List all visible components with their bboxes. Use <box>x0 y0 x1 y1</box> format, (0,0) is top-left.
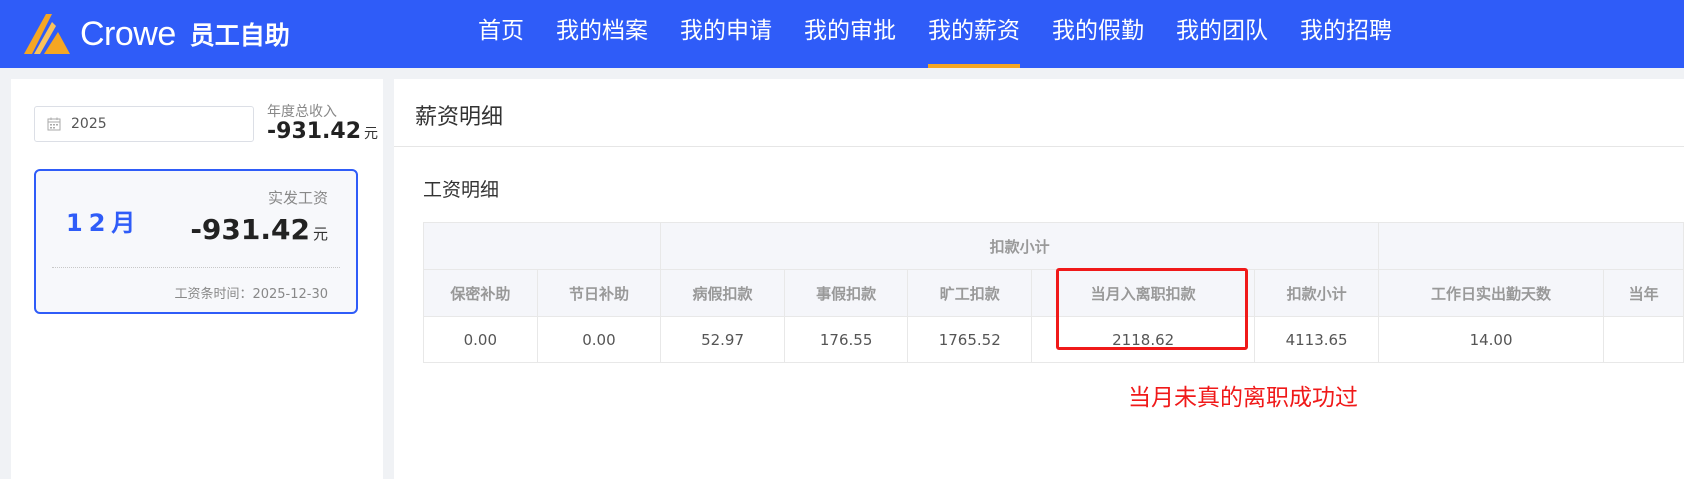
nav-item-team[interactable]: 我的团队 <box>1160 0 1284 68</box>
column-header: 事假扣款 <box>783 269 909 317</box>
top-navigation-bar: Crowe 员工自助 首页 我的档案 我的申请 我的审批 我的薪资 我的假勤 我… <box>0 0 1684 68</box>
month-salary-card[interactable]: 12月 实发工资 -931.42 元 工资条时间：2025-12-30 <box>34 169 358 314</box>
annual-income-label: 年度总收入 <box>267 104 337 120</box>
table-cell <box>1603 316 1684 363</box>
month-label: 12月 <box>66 209 142 237</box>
app-subtitle: 员工自助 <box>189 21 290 50</box>
column-header: 当年 <box>1603 269 1684 317</box>
table-cell: 0.00 <box>536 316 662 363</box>
nav-item-approvals[interactable]: 我的审批 <box>788 0 912 68</box>
annual-income-unit: 元 <box>364 126 379 142</box>
column-header: 病假扣款 <box>660 269 785 317</box>
card-divider <box>52 267 340 268</box>
nav-item-recruitment[interactable]: 我的招聘 <box>1284 0 1408 68</box>
nav-item-salary[interactable]: 我的薪资 <box>912 0 1036 68</box>
pay-slip-time: 工资条时间：2025-12-30 <box>174 287 328 302</box>
column-header: 节日补助 <box>536 269 662 317</box>
table-cell: 4113.65 <box>1254 316 1379 363</box>
salary-detail-table: 扣款小计 保密补助 节日补助 病假扣款 事假扣款 旷工扣款 当月入离职扣款 扣款… <box>422 222 1684 363</box>
calendar-icon <box>47 117 61 131</box>
annual-income-value: -931.42 元 <box>267 119 378 144</box>
table-header-row: 保密补助 节日补助 病假扣款 事假扣款 旷工扣款 当月入离职扣款 扣款小计 工作… <box>423 269 1684 317</box>
year-picker[interactable]: 2025 <box>34 106 254 142</box>
table-cell: 52.97 <box>660 316 785 363</box>
table-cell: 14.00 <box>1377 316 1605 363</box>
nav-item-home[interactable]: 首页 <box>462 0 540 68</box>
net-pay-amount: -931.42 <box>190 213 310 246</box>
table-row: 0.00 0.00 52.97 176.55 1765.52 2118.62 4… <box>423 316 1684 363</box>
nav-item-applications[interactable]: 我的申请 <box>664 0 788 68</box>
table-cell: 0.00 <box>423 316 538 363</box>
annotation-text: 当月未真的离职成功过 <box>1128 385 1358 411</box>
column-header: 保密补助 <box>423 269 538 317</box>
main-nav: 首页 我的档案 我的申请 我的审批 我的薪资 我的假勤 我的团队 我的招聘 <box>462 0 1408 68</box>
brand-name: Crowe <box>80 14 176 53</box>
crowe-logo-icon <box>24 14 70 54</box>
salary-detail-panel: 薪资明细 工资明细 扣款小计 保密补助 节日补助 病假扣款 事假扣款 旷工扣款 … <box>394 79 1684 479</box>
section-title: 工资明细 <box>423 179 500 201</box>
table-cell: 1765.52 <box>907 316 1033 363</box>
table-cell: 176.55 <box>783 316 909 363</box>
annotation-highlight-box <box>1056 268 1248 350</box>
column-header: 工作日实出勤天数 <box>1377 269 1605 317</box>
table-group-header: 扣款小计 <box>660 222 1379 270</box>
page-title: 薪资明细 <box>415 105 504 130</box>
net-pay-unit: 元 <box>312 225 328 243</box>
net-pay-value: -931.42 元 <box>190 213 328 246</box>
year-value: 2025 <box>71 116 107 132</box>
annual-income-amount: -931.42 <box>267 119 362 144</box>
nav-item-attendance[interactable]: 我的假勤 <box>1036 0 1160 68</box>
column-header: 旷工扣款 <box>907 269 1033 317</box>
column-header: 扣款小计 <box>1254 269 1379 317</box>
salary-sidebar: 2025 年度总收入 -931.42 元 12月 实发工资 -931.42 元 工资… <box>11 79 383 479</box>
title-divider <box>394 146 1684 147</box>
table-header-empty <box>422 222 662 270</box>
crowe-logo[interactable]: Crowe 员工自助 <box>22 10 290 58</box>
table-group-header-row: 扣款小计 <box>422 222 1684 270</box>
nav-item-profile[interactable]: 我的档案 <box>540 0 664 68</box>
table-header-empty <box>1377 222 1684 270</box>
net-pay-label: 实发工资 <box>267 189 328 207</box>
